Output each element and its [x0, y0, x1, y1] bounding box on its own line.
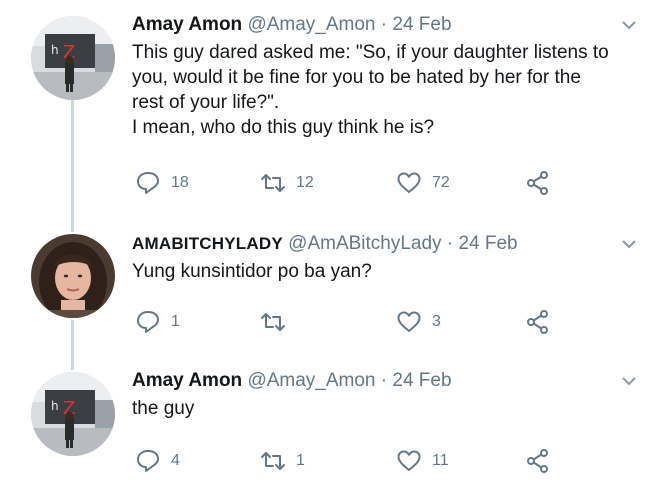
- retweet-count: 12: [296, 174, 314, 191]
- tweet-actions: 4 1 11: [132, 446, 572, 476]
- reply-count: 18: [171, 174, 189, 191]
- tweet-header: Amay Amon @Amay_Amon · 24 Feb: [132, 14, 452, 36]
- reply-button[interactable]: 1: [135, 307, 180, 337]
- svg-text:h: h: [51, 399, 59, 413]
- heart-icon: [397, 311, 421, 332]
- display-name[interactable]: Amay Amon: [132, 14, 242, 35]
- share-icon: [527, 449, 548, 473]
- share-icon: [527, 171, 548, 195]
- tweet-text-line: This guy dared asked me: "So, if your da…: [132, 42, 609, 63]
- tweet-date[interactable]: 24 Feb: [392, 14, 451, 35]
- retweet-icon: [261, 313, 285, 331]
- retweet-button[interactable]: [260, 307, 296, 337]
- building-photo-avatar-icon: h Z: [31, 372, 115, 456]
- separator: ·: [380, 14, 388, 35]
- avatar[interactable]: [31, 234, 115, 318]
- avatar[interactable]: h Z: [31, 16, 115, 100]
- separator: ·: [380, 370, 388, 391]
- tweet-text-line: I mean, who do this guy think he is?: [132, 117, 435, 138]
- tweet-text-line: Yung kunsintidor po ba yan?: [132, 261, 372, 282]
- reply-icon: [137, 450, 159, 472]
- reply-icon: [137, 172, 159, 194]
- display-name[interactable]: AMABITCHYLADY: [132, 234, 283, 253]
- retweet-count: 1: [296, 452, 305, 469]
- retweet-button[interactable]: 12: [260, 168, 314, 198]
- tweet-text: Yung kunsintidor po ba yan?: [132, 259, 632, 284]
- tweet-header: AMABITCHYLADY @AmABitchyLady · 24 Feb: [132, 233, 518, 255]
- chevron-down-icon[interactable]: [620, 372, 638, 390]
- tweet-text-line: rest of your life?".: [132, 92, 280, 113]
- user-handle[interactable]: @Amay_Amon: [247, 370, 375, 391]
- like-button[interactable]: 72: [396, 168, 450, 198]
- woman-portrait-avatar-icon: [31, 234, 115, 318]
- svg-text:h: h: [51, 43, 59, 57]
- reply-button[interactable]: 18: [135, 168, 189, 198]
- user-handle[interactable]: @AmABitchyLady: [288, 233, 441, 254]
- share-button[interactable]: [525, 307, 561, 337]
- building-photo-avatar-icon: h Z: [31, 16, 115, 100]
- like-button[interactable]: 11: [396, 446, 449, 476]
- tweet-text-line: the guy: [132, 398, 195, 419]
- chevron-down-icon[interactable]: [620, 235, 638, 253]
- reply-count: 1: [171, 313, 180, 330]
- separator: ·: [446, 233, 454, 254]
- chevron-down-icon[interactable]: [620, 16, 638, 34]
- heart-icon: [397, 450, 421, 471]
- like-count: 3: [432, 313, 441, 330]
- reply-icon: [137, 311, 159, 333]
- avatar[interactable]: h Z: [31, 372, 115, 456]
- retweet-icon: [261, 174, 285, 192]
- tweet-header: Amay Amon @Amay_Amon · 24 Feb: [132, 370, 452, 392]
- tweet-text-line: you, would it be fine for you to be hate…: [132, 67, 581, 88]
- share-icon: [527, 310, 548, 334]
- tweet-date[interactable]: 24 Feb: [392, 370, 451, 391]
- reply-count: 4: [171, 452, 180, 469]
- thread-connector: [71, 320, 74, 370]
- like-button[interactable]: 3: [396, 307, 441, 337]
- thread-connector: [71, 100, 74, 232]
- share-button[interactable]: [525, 168, 561, 198]
- like-count: 72: [432, 174, 450, 191]
- user-handle[interactable]: @Amay_Amon: [247, 14, 375, 35]
- like-count: 11: [432, 452, 449, 469]
- retweet-button[interactable]: 1: [260, 446, 305, 476]
- retweet-icon: [261, 452, 285, 470]
- tweet-text: the guy: [132, 396, 632, 421]
- tweet-text: This guy dared asked me: "So, if your da…: [132, 40, 632, 140]
- reply-button[interactable]: 4: [135, 446, 180, 476]
- tweet-date[interactable]: 24 Feb: [458, 233, 517, 254]
- display-name[interactable]: Amay Amon: [132, 370, 242, 391]
- share-button[interactable]: [525, 446, 561, 476]
- tweet-actions: 18 12 72: [132, 168, 572, 198]
- heart-icon: [397, 172, 421, 193]
- tweet-actions: 1 3: [132, 307, 572, 337]
